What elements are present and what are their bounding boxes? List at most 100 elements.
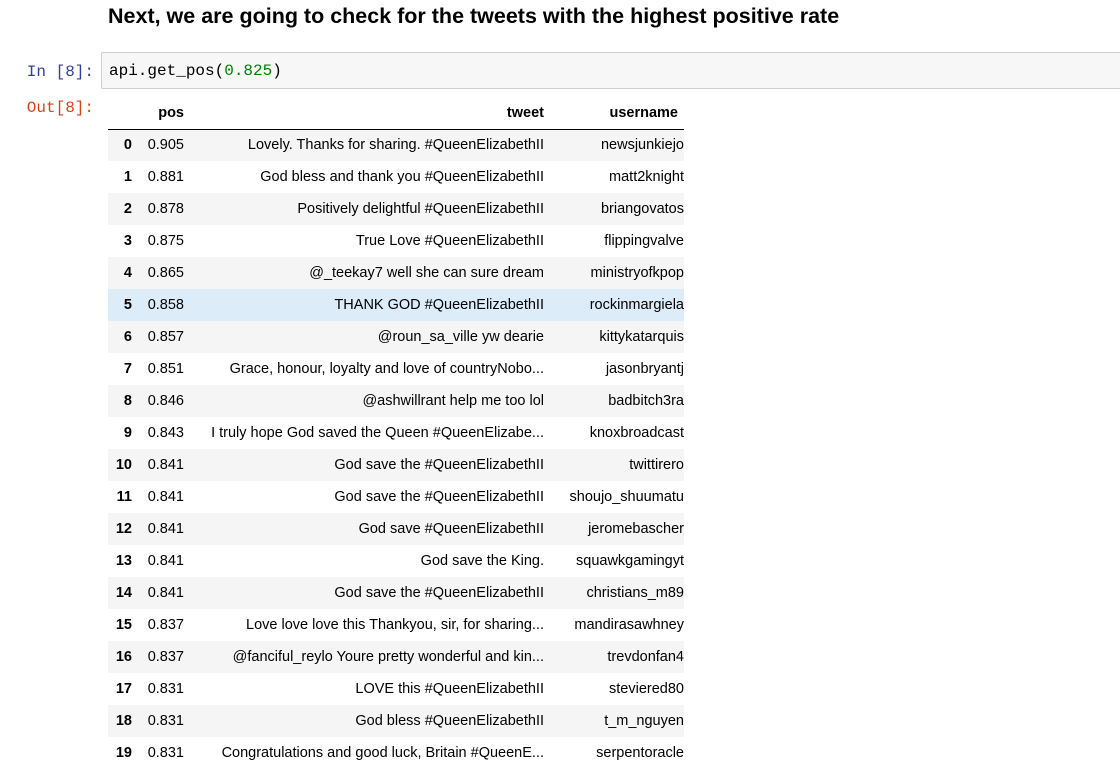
username-cell: squawkgamingyt xyxy=(576,553,684,569)
tweet-cell: @roun_sa_ville yw dearie xyxy=(377,329,544,345)
pos-cell: 0.905 xyxy=(147,137,184,154)
username-cell: steviered80 xyxy=(609,681,684,697)
table-row: 16 0.837 @fanciful_reylo Youre pretty wond… xyxy=(108,641,684,673)
pos-cell: 0.837 xyxy=(147,649,184,665)
table-row: 8 0.846 @ashwillrant help me too lol badbit… xyxy=(108,385,684,417)
username-cell: t_m_nguyen xyxy=(604,713,684,729)
row-index: 16 xyxy=(115,649,132,665)
username-cell: newsjunkiejo xyxy=(600,137,684,154)
row-index: 15 xyxy=(115,617,132,633)
row-index: 19 xyxy=(115,745,132,761)
pos-cell: 0.875 xyxy=(147,233,184,249)
username-cell: christians_m89 xyxy=(586,585,684,601)
pos-cell: 0.841 xyxy=(147,521,184,537)
tweet-cell: @_teekay7 well she can sure dream xyxy=(309,265,544,281)
pos-cell: 0.837 xyxy=(147,617,184,633)
pos-cell: 0.841 xyxy=(147,457,184,473)
username-cell: jasonbryantj xyxy=(605,361,684,377)
column-header-tweet: tweet xyxy=(184,97,544,130)
pos-cell: 0.831 xyxy=(147,745,184,761)
row-index: 1 xyxy=(123,169,132,185)
pos-cell: 0.846 xyxy=(147,393,184,409)
username-cell: mandirasawhney xyxy=(574,617,684,633)
header-row: pos tweet username xyxy=(108,97,684,130)
pos-cell: 0.857 xyxy=(147,329,184,345)
code-argument: 0.825 xyxy=(224,62,273,80)
row-index: 14 xyxy=(115,585,132,601)
pos-cell: 0.881 xyxy=(147,169,184,185)
tweet-cell: @ashwillrant help me too lol xyxy=(362,393,544,409)
username-cell: kittykatarquis xyxy=(599,329,684,345)
username-cell: twittirero xyxy=(629,457,684,473)
tweet-cell: Congratulations and good luck, Britain #… xyxy=(221,745,544,761)
pos-cell: 0.843 xyxy=(147,425,184,441)
table-body: 0 0.905 Lovely. Thanks for sharing. #Queen… xyxy=(108,129,684,768)
username-cell: rockinmargiela xyxy=(589,297,684,313)
pos-cell: 0.878 xyxy=(147,201,184,217)
tweet-cell: THANK GOD #QueenElizabethII xyxy=(334,297,544,313)
tweet-cell: God save #QueenElizabethII xyxy=(358,521,544,537)
code-close-paren: ) xyxy=(272,62,282,80)
row-index: 10 xyxy=(115,457,132,473)
username-cell: briangovatos xyxy=(600,201,684,217)
pos-cell: 0.831 xyxy=(147,713,184,729)
username-cell: flippingvalve xyxy=(604,233,684,249)
username-cell: trevdonfan4 xyxy=(607,649,684,665)
row-index: 2 xyxy=(123,201,132,217)
table-row: 5 0.858 THANK GOD #QueenElizabethII rockinm… xyxy=(108,289,684,321)
tweet-cell: Lovely. Thanks for sharing. #QueenElizab… xyxy=(247,137,544,154)
column-header-pos: pos xyxy=(146,97,184,130)
code-function: api.get_pos( xyxy=(109,62,225,80)
table-row: 18 0.831 God bless #QueenElizabethII t_m_ng… xyxy=(108,705,684,737)
row-index: 12 xyxy=(115,521,132,537)
table-row: 17 0.831 LOVE this #QueenElizabethII stevie… xyxy=(108,673,684,705)
tweet-cell: God bless and thank you #QueenElizabethI… xyxy=(260,169,544,185)
tweet-cell: LOVE this #QueenElizabethII xyxy=(355,681,544,697)
username-cell: jeromebascher xyxy=(588,521,684,537)
pos-cell: 0.858 xyxy=(147,297,184,313)
tweet-cell: True Love #QueenElizabethII xyxy=(355,233,544,249)
tweet-cell: God save the #QueenElizabethII xyxy=(334,489,544,505)
row-index: 0 xyxy=(123,137,132,154)
username-cell: shoujo_shuumatu xyxy=(569,489,684,505)
username-cell: knoxbroadcast xyxy=(589,425,684,441)
markdown-heading: Next, we are going to check for the twee… xyxy=(108,4,840,28)
pos-cell: 0.831 xyxy=(147,681,184,697)
tweet-cell: Love love love this Thankyou, sir, for s… xyxy=(246,617,544,633)
row-index: 9 xyxy=(123,425,132,441)
tweet-cell: God save the King. xyxy=(420,553,544,569)
table-row: 3 0.875 True Love #QueenElizabethII flippin… xyxy=(108,225,684,257)
tweet-cell: @fanciful_reylo Youre pretty wonderful a… xyxy=(232,649,544,665)
table-row: 15 0.837 Love love love this Thankyou, sir… xyxy=(108,609,684,641)
output-prompt: Out[8]: xyxy=(26,99,94,117)
table-row: 6 0.857 @roun_sa_ville yw dearie kittykatar… xyxy=(108,321,684,353)
row-index: 11 xyxy=(116,489,132,505)
row-index: 3 xyxy=(123,233,132,249)
table-row: 14 0.841 God save the #QueenElizabethII chr… xyxy=(108,577,684,609)
table-row: 13 0.841 God save the King. squawkgamingyt xyxy=(108,545,684,577)
username-cell: serpentoracle xyxy=(596,745,684,761)
username-cell: badbitch3ra xyxy=(608,393,684,409)
tweet-cell: Positively delightful #QueenElizabethII xyxy=(297,201,544,217)
row-index: 7 xyxy=(123,361,132,377)
row-index: 4 xyxy=(123,265,132,281)
pos-cell: 0.851 xyxy=(147,361,184,377)
tweet-cell: I truly hope God saved the Queen #QueenE… xyxy=(211,425,544,441)
tweet-cell: God save the #QueenElizabethII xyxy=(334,585,544,601)
table-row: 10 0.841 God save the #QueenElizabethII twi… xyxy=(108,449,684,481)
code-cell[interactable]: api.get_pos(0.825) xyxy=(101,52,1120,89)
table-row: 19 0.831 Congratulations and good luck, Br… xyxy=(108,737,684,768)
code-text[interactable]: api.get_pos(0.825) xyxy=(109,62,282,80)
tweet-cell: Grace, honour, loyalty and love of count… xyxy=(229,361,544,377)
tweet-cell: God bless #QueenElizabethII xyxy=(355,713,544,729)
column-header-username: username xyxy=(544,97,684,130)
tweet-cell: God save the #QueenElizabethII xyxy=(334,457,544,473)
row-index: 5 xyxy=(123,297,132,313)
pos-cell: 0.841 xyxy=(147,585,184,601)
dataframe-output: pos tweet username 0 0.905 Lovely. Thanks … xyxy=(108,97,684,768)
pos-cell: 0.841 xyxy=(147,489,184,505)
table-row: 11 0.841 God save the #QueenElizabethII sho… xyxy=(108,481,684,513)
index-header xyxy=(108,97,146,130)
table-row: 4 0.865 @_teekay7 well she can sure dream m… xyxy=(108,257,684,289)
table-row: 7 0.851 Grace, honour, loyalty and love of… xyxy=(108,353,684,385)
